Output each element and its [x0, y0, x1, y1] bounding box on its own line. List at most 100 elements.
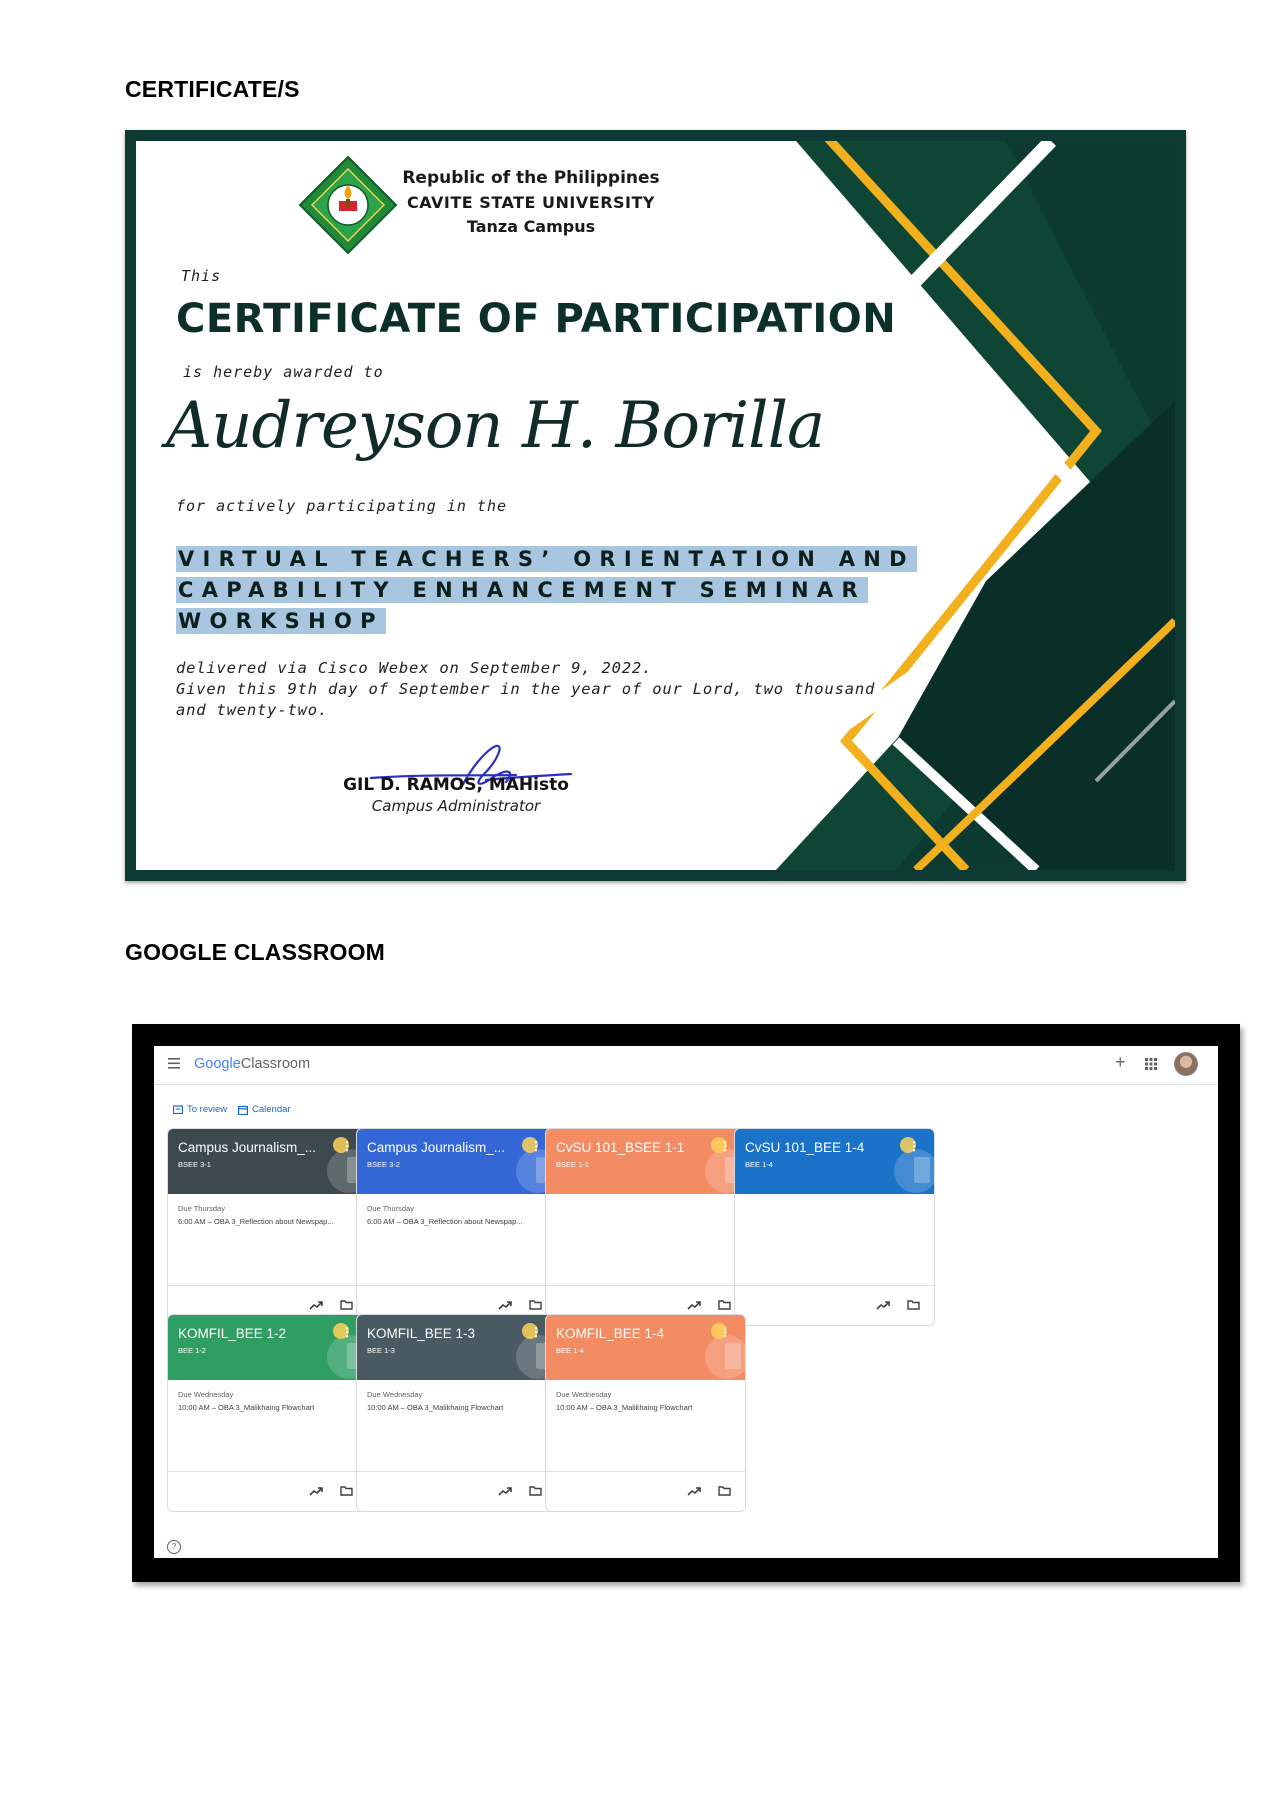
course-title[interactable]: KOMFIL_BEE 1-3: [367, 1326, 475, 1341]
course-title[interactable]: KOMFIL_BEE 1-2: [178, 1326, 286, 1341]
to-review-label: To review: [187, 1104, 228, 1115]
course-section: BEE 1-2: [178, 1346, 206, 1355]
classroom-window: GoogleClassroom + To review Calendar Cam…: [154, 1046, 1218, 1558]
course-section: BEE 1-4: [745, 1160, 773, 1169]
menu-icon[interactable]: [168, 1058, 180, 1069]
plus-icon[interactable]: +: [1115, 1052, 1126, 1073]
app-logo[interactable]: GoogleClassroom: [194, 1056, 310, 1072]
card-illustration: [705, 1323, 745, 1379]
more-options-icon[interactable]: ⋮: [530, 1325, 542, 1339]
due-label: Due Wednesday: [178, 1390, 234, 1399]
due-label: Due Thursday: [178, 1204, 225, 1213]
course-card[interactable]: Campus Journalism_... BSEE 3-2 ⋮ Due Thursd…: [356, 1128, 557, 1326]
event-title-line: VIRTUAL TEACHERS’ ORIENTATION AND: [176, 546, 917, 572]
given-line: and twenty-two.: [176, 701, 328, 719]
delivery-line: delivered via Cisco Webex on September 9…: [176, 659, 653, 677]
course-title[interactable]: Campus Journalism_...: [367, 1140, 505, 1155]
card-header[interactable]: KOMFIL_BEE 1-2 BEE 1-2 ⋮: [168, 1315, 367, 1380]
course-card[interactable]: KOMFIL_BEE 1-3 BEE 1-3 ⋮ Due Wednesday 10:00…: [356, 1314, 557, 1512]
course-section: BEE 1-3: [367, 1346, 395, 1355]
course-section: BSEE 1-1: [556, 1160, 589, 1169]
folder-icon[interactable]: [529, 1485, 542, 1496]
certificate: Republic of the Philippines CAVITE STATE…: [125, 130, 1186, 881]
certificate-body: Republic of the Philippines CAVITE STATE…: [136, 141, 1175, 870]
more-options-icon[interactable]: ⋮: [719, 1325, 731, 1339]
folder-icon[interactable]: [907, 1299, 920, 1310]
trending-icon[interactable]: [687, 1485, 701, 1497]
course-card[interactable]: KOMFIL_BEE 1-4 BEE 1-4 ⋮ Due Wednesday 10:00…: [545, 1314, 746, 1512]
event-title-line: CAPABILITY ENHANCEMENT SEMINAR: [176, 577, 868, 603]
course-title[interactable]: CvSU 101_BSEE 1-1: [556, 1140, 684, 1155]
card-footer: [546, 1471, 745, 1511]
trending-icon[interactable]: [687, 1299, 701, 1311]
signer-title: Campus Administrator: [371, 797, 541, 815]
calendar-label: Calendar: [252, 1104, 291, 1115]
top-bar: GoogleClassroom +: [154, 1046, 1218, 1085]
card-header[interactable]: KOMFIL_BEE 1-4 BEE 1-4 ⋮: [546, 1315, 745, 1380]
calendar-link[interactable]: Calendar: [238, 1104, 291, 1115]
university-seal-icon: [298, 155, 398, 255]
due-task[interactable]: 10:00 AM – OBA 3_Malikhaing Flowchart: [367, 1403, 503, 1412]
help-icon[interactable]: ?: [167, 1540, 181, 1554]
header-university: CAVITE STATE UNIVERSITY: [407, 193, 655, 212]
course-title[interactable]: CvSU 101_BEE 1-4: [745, 1140, 864, 1155]
due-task[interactable]: 6:00 AM – OBA 3_Reflection about Newspap…: [367, 1217, 523, 1226]
course-card[interactable]: CvSU 101_BSEE 1-1 BSEE 1-1 ⋮: [545, 1128, 746, 1326]
classroom-screenshot: GoogleClassroom + To review Calendar Cam…: [132, 1024, 1240, 1582]
avatar[interactable]: [1174, 1052, 1198, 1076]
card-header[interactable]: CvSU 101_BSEE 1-1 BSEE 1-1 ⋮: [546, 1129, 745, 1194]
this-label: This: [181, 267, 222, 285]
to-review-link[interactable]: To review: [173, 1104, 227, 1115]
card-header[interactable]: KOMFIL_BEE 1-3 BEE 1-3 ⋮: [357, 1315, 556, 1380]
app-name: Classroom: [240, 1056, 311, 1072]
calendar-icon: [238, 1105, 248, 1115]
google-wordmark: Google: [194, 1056, 241, 1072]
trending-icon[interactable]: [498, 1299, 512, 1311]
card-header[interactable]: Campus Journalism_... BSEE 3-1 ⋮: [168, 1129, 367, 1194]
more-options-icon[interactable]: ⋮: [530, 1139, 542, 1153]
trending-icon[interactable]: [309, 1299, 323, 1311]
card-header[interactable]: Campus Journalism_... BSEE 3-2 ⋮: [357, 1129, 556, 1194]
more-options-icon[interactable]: ⋮: [719, 1139, 731, 1153]
more-options-icon[interactable]: ⋮: [341, 1139, 353, 1153]
course-card[interactable]: Campus Journalism_... BSEE 3-1 ⋮ Due Thursd…: [167, 1128, 368, 1326]
folder-icon[interactable]: [340, 1299, 353, 1310]
card-illustration: [894, 1137, 934, 1193]
trending-icon[interactable]: [309, 1485, 323, 1497]
apps-grid-icon[interactable]: [1144, 1057, 1158, 1071]
signer-name: GIL D. RAMOS, MAHisto: [343, 775, 569, 795]
course-title[interactable]: Campus Journalism_...: [178, 1140, 316, 1155]
event-title-line: WORKSHOP: [176, 608, 386, 634]
folder-icon[interactable]: [718, 1299, 731, 1310]
more-options-icon[interactable]: ⋮: [908, 1139, 920, 1153]
header-campus: Tanza Campus: [466, 217, 596, 236]
due-label: Due Wednesday: [556, 1390, 612, 1399]
due-task[interactable]: 6:00 AM – OBA 3_Reflection about Newspap…: [178, 1217, 334, 1226]
due-task[interactable]: 10:00 AM – OBA 3_Malikhaing Flowchart: [178, 1403, 314, 1412]
course-card[interactable]: CvSU 101_BEE 1-4 BEE 1-4 ⋮: [734, 1128, 935, 1326]
header-republic: Republic of the Philippines: [402, 168, 660, 188]
certificate-title: CERTIFICATE OF PARTICIPATION: [176, 296, 897, 342]
given-line: Given this 9th day of September in the y…: [176, 680, 876, 698]
folder-icon[interactable]: [340, 1485, 353, 1496]
course-card[interactable]: KOMFIL_BEE 1-2 BEE 1-2 ⋮ Due Wednesday 10:00…: [167, 1314, 368, 1512]
due-label: Due Wednesday: [367, 1390, 423, 1399]
due-label: Due Thursday: [367, 1204, 414, 1213]
trending-icon[interactable]: [876, 1299, 890, 1311]
trending-icon[interactable]: [498, 1485, 512, 1497]
recipient-name: Audreyson H. Borilla: [166, 389, 825, 463]
due-task[interactable]: 10:00 AM – OBA 3_Malikhaing Flowchart: [556, 1403, 692, 1412]
participating-label: for actively participating in the: [176, 497, 508, 515]
awarded-to-label: is hereby awarded to: [183, 363, 384, 381]
card-footer: [357, 1471, 556, 1511]
folder-list-icon: [173, 1105, 183, 1114]
folder-icon[interactable]: [529, 1299, 542, 1310]
course-title[interactable]: KOMFIL_BEE 1-4: [556, 1326, 664, 1341]
certificates-heading: CERTIFICATE/S: [125, 76, 300, 102]
card-header[interactable]: CvSU 101_BEE 1-4 BEE 1-4 ⋮: [735, 1129, 934, 1194]
folder-icon[interactable]: [718, 1485, 731, 1496]
more-options-icon[interactable]: ⋮: [341, 1325, 353, 1339]
card-footer: [168, 1471, 367, 1511]
classroom-heading: GOOGLE CLASSROOM: [125, 939, 386, 965]
course-section: BSEE 3-1: [178, 1160, 211, 1169]
